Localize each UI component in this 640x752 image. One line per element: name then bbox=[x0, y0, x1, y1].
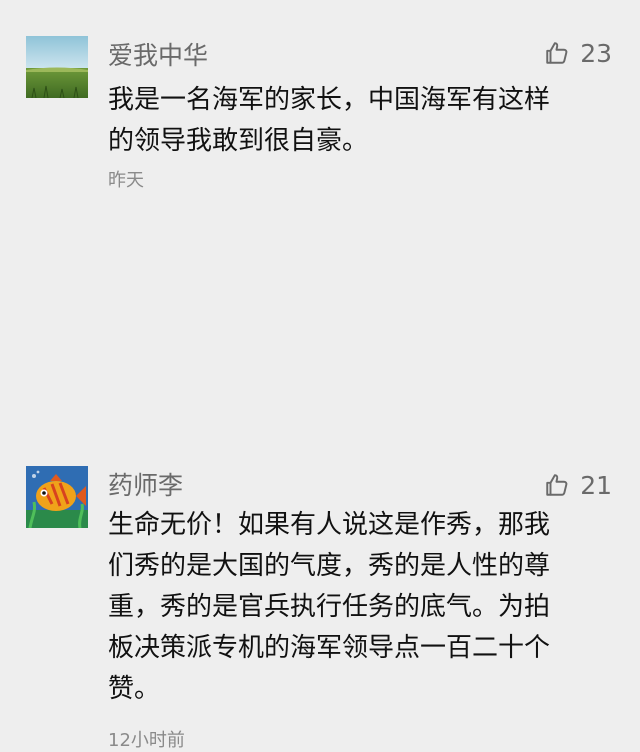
comment-item: 药师李 21 生命无价！如果有人说这是作秀，那我 们秀的是大国的气度，秀的是人性… bbox=[0, 220, 640, 751]
comment-text: 我是一名海军的家长，中国海军有这样 的领导我敢到很自豪。 bbox=[108, 85, 551, 156]
avatar[interactable] bbox=[26, 36, 88, 98]
thumbs-up-icon bbox=[546, 474, 568, 496]
username[interactable]: 药师李 bbox=[108, 466, 183, 502]
comment-item: 爱我中华 23 我是一名海军的家长，中国海军有这样 的领导我敢到很自豪。 昨天 bbox=[0, 0, 640, 220]
like-count: 21 bbox=[580, 470, 612, 500]
like-count: 23 bbox=[580, 38, 612, 68]
fish-icon bbox=[26, 466, 88, 528]
like-button[interactable]: 23 bbox=[544, 36, 612, 70]
like-button[interactable]: 21 bbox=[544, 468, 612, 502]
thumbs-up-icon bbox=[546, 42, 568, 64]
avatar[interactable] bbox=[26, 466, 88, 528]
comment-time: 昨天 bbox=[108, 170, 144, 191]
comment-time: 12小时前 bbox=[108, 730, 185, 751]
landscape-icon bbox=[26, 36, 88, 98]
comment-text: 生命无价！如果有人说这是作秀，那我 们秀的是大国的气度，秀的是人性的尊 重，秀的… bbox=[108, 510, 551, 704]
username[interactable]: 爱我中华 bbox=[108, 36, 208, 72]
